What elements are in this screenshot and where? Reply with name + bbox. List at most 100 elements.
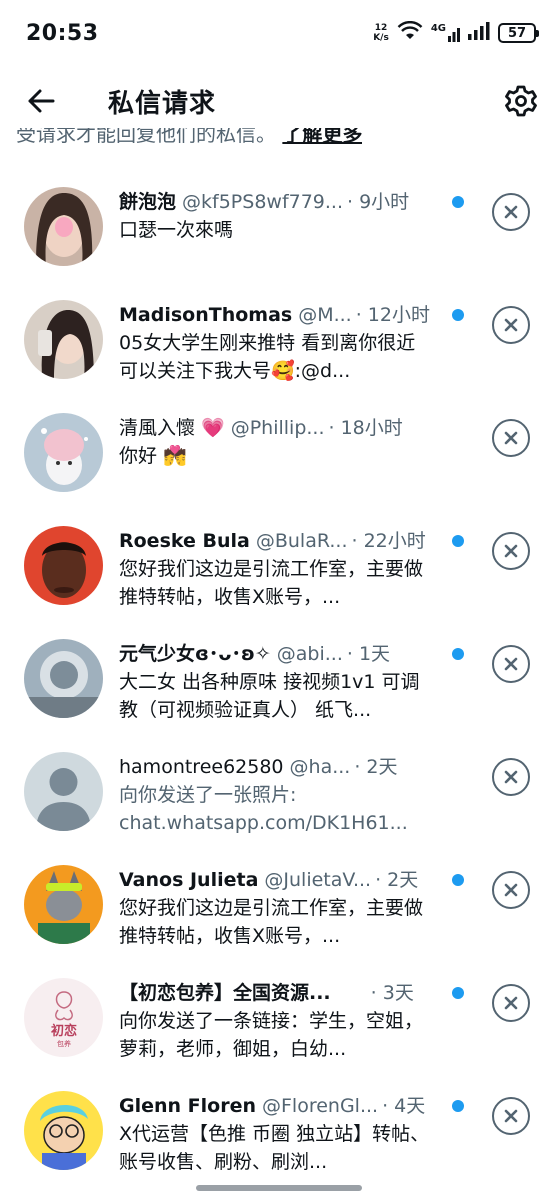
close-icon xyxy=(504,1109,518,1123)
message-request-row[interactable]: 元气少女ɞ･ᴗ･ʚ✧ @abi... · 1天 大二女 出各种原味 接视频1v1… xyxy=(0,624,558,737)
close-icon xyxy=(504,431,518,445)
avatar[interactable]: 初恋 包养 xyxy=(24,978,103,1057)
svg-text:初恋: 初恋 xyxy=(51,1023,77,1039)
dismiss-button[interactable] xyxy=(492,758,530,796)
sender-name: 【初恋包养】全国资源... xyxy=(119,982,331,1004)
sender-handle: @kf5PS8wf779... xyxy=(182,191,344,213)
dismiss-button[interactable] xyxy=(492,984,530,1022)
sender-handle: @Phillip... xyxy=(230,417,325,439)
unread-dot xyxy=(452,1100,464,1112)
request-header: 元气少女ɞ･ᴗ･ʚ✧ @abi... · 1天 xyxy=(119,639,439,667)
request-header: MadisonThomas @M... · 12小时 xyxy=(119,300,439,328)
dismiss-button[interactable] xyxy=(492,419,530,457)
sender-name: 清風入懷 💗 xyxy=(119,417,225,439)
message-preview: 向你发送了一张照片: chat.whatsapp.com/DK1H61... xyxy=(119,784,408,834)
message-request-row[interactable]: hamontree62580 @ha... · 2天 向你发送了一张照片: ch… xyxy=(0,737,558,850)
dismiss-button[interactable] xyxy=(492,645,530,683)
sender-name: hamontree62580 xyxy=(119,756,284,778)
gear-icon xyxy=(505,85,537,117)
avatar-default-icon[interactable] xyxy=(24,752,103,831)
close-icon xyxy=(504,770,518,784)
arrow-left-icon xyxy=(28,89,55,113)
message-request-list: 餅泡泡 @kf5PS8wf779... · 9小时 口瑟一次來嗎 Madison… xyxy=(0,172,558,1189)
message-preview: 口瑟一次來嗎 xyxy=(119,219,234,241)
timestamp: · 4天 xyxy=(382,1095,426,1117)
settings-button[interactable] xyxy=(502,82,540,120)
message-preview: 向你发送了一条链接：学生，空姐，萝莉，老师，御姐，白幼... xyxy=(119,1010,424,1060)
gesture-bar[interactable] xyxy=(196,1185,362,1191)
request-header: Vanos Julieta @JulietaV... · 2天 xyxy=(119,865,439,893)
close-icon xyxy=(504,544,518,558)
back-button[interactable] xyxy=(24,84,58,118)
page-title: 私信请求 xyxy=(108,89,217,119)
dismiss-button[interactable] xyxy=(492,193,530,231)
close-icon xyxy=(504,883,518,897)
learn-more-link[interactable]: 了解更多 xyxy=(282,128,362,146)
message-preview: 大二女 出各种原味 接视频1v1 可调教（可视频验证真人） 纸飞... xyxy=(119,671,420,721)
sender-handle: @abi... xyxy=(276,643,343,665)
request-header: 清風入懷 💗 @Phillip... · 18小时 xyxy=(119,413,439,441)
sender-name: 餅泡泡 xyxy=(119,191,177,213)
close-icon xyxy=(504,205,518,219)
message-preview: X代运营【色推 币圈 独立站】转帖、账号收售、刷粉、刷浏... xyxy=(119,1123,430,1173)
message-request-row[interactable]: 餅泡泡 @kf5PS8wf779... · 9小时 口瑟一次來嗎 xyxy=(0,172,558,285)
status-icons: 12 K/s 4G 57 xyxy=(373,20,539,45)
wifi-icon xyxy=(397,20,423,45)
timestamp: · 2天 xyxy=(375,869,419,891)
request-header: 餅泡泡 @kf5PS8wf779... · 9小时 xyxy=(119,187,439,215)
dismiss-button[interactable] xyxy=(492,1097,530,1135)
sender-handle: @ha... xyxy=(289,756,351,778)
message-preview: 您好我们这边是引流工作室，主要做推特转帖，收售X账号，... xyxy=(119,558,424,608)
timestamp: · 2天 xyxy=(354,756,398,778)
close-icon xyxy=(504,657,518,671)
avatar[interactable] xyxy=(24,413,103,492)
unread-dot xyxy=(452,987,464,999)
sender-handle: @M... xyxy=(298,304,352,326)
status-time: 20:53 xyxy=(26,20,99,46)
message-request-row[interactable]: MadisonThomas @M... · 12小时 05女大学生刚来推特 看到… xyxy=(0,285,558,398)
request-header: Glenn Floren @FlorenGl... · 4天 xyxy=(119,1091,439,1119)
message-request-row[interactable]: Vanos Julieta @JulietaV... · 2天 您好我们这边是引… xyxy=(0,850,558,963)
battery-icon: 57 xyxy=(498,23,539,43)
unread-dot xyxy=(452,648,464,660)
request-notice: 受请求才能回复他们的私信。 了解更多 xyxy=(16,128,362,154)
svg-text:包养: 包养 xyxy=(57,1039,71,1048)
message-request-row[interactable]: 清風入懷 💗 @Phillip... · 18小时 你好 💏 xyxy=(0,398,558,511)
sender-name: 元气少女ɞ･ᴗ･ʚ✧ xyxy=(119,643,271,665)
avatar[interactable] xyxy=(24,300,103,379)
message-preview: 你好 💏 xyxy=(119,445,187,467)
timestamp: · 22小时 xyxy=(351,530,426,552)
dismiss-button[interactable] xyxy=(492,871,530,909)
timestamp: · 3天 xyxy=(370,982,414,1004)
network-speed: 12 K/s xyxy=(373,23,389,43)
sender-handle: @FlorenGl... xyxy=(262,1095,379,1117)
cellular-4g-icon: 4G xyxy=(431,24,460,42)
sender-name: Vanos Julieta xyxy=(119,869,259,891)
message-preview: 05女大学生刚来推特 看到离你很近 可以关注下我大号🥰:@d... xyxy=(119,332,416,382)
dismiss-button[interactable] xyxy=(492,306,530,344)
dismiss-button[interactable] xyxy=(492,532,530,570)
sender-handle: @BulaR... xyxy=(255,530,348,552)
request-header: Roeske Bula @BulaR... · 22小时 xyxy=(119,526,439,554)
avatar[interactable] xyxy=(24,865,103,944)
close-icon xyxy=(504,996,518,1010)
unread-dot xyxy=(452,874,464,886)
avatar[interactable] xyxy=(24,1091,103,1170)
message-request-row[interactable]: Roeske Bula @BulaR... · 22小时 您好我们这边是引流工作… xyxy=(0,511,558,624)
sender-name: MadisonThomas xyxy=(119,304,293,326)
timestamp: · 18小时 xyxy=(328,417,403,439)
avatar[interactable] xyxy=(24,639,103,718)
avatar[interactable] xyxy=(24,526,103,605)
avatar[interactable] xyxy=(24,187,103,266)
request-header: hamontree62580 @ha... · 2天 xyxy=(119,752,439,780)
top-app-bar: 私信请求 xyxy=(0,66,558,136)
unread-dot xyxy=(452,196,464,208)
signal-icon xyxy=(468,22,490,44)
unread-dot xyxy=(452,309,464,321)
sender-handle: @JulietaV... xyxy=(264,869,372,891)
message-request-row[interactable]: Glenn Floren @FlorenGl... · 4天 X代运营【色推 币… xyxy=(0,1076,558,1189)
sender-name: Roeske Bula xyxy=(119,530,250,552)
sender-name: Glenn Floren xyxy=(119,1095,256,1117)
message-request-row[interactable]: 初恋 包养 【初恋包养】全国资源... · 3天 向你发送了一条链接：学生，空姐… xyxy=(0,963,558,1076)
timestamp: · 12小时 xyxy=(355,304,430,326)
